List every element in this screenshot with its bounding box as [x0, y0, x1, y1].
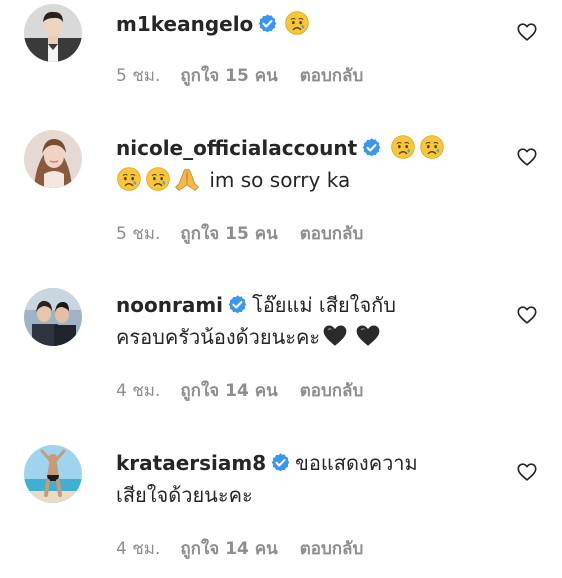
reply-button[interactable]: ตอบกลับ	[300, 223, 364, 245]
crying-face-emoji	[419, 134, 445, 160]
heart-outline-icon[interactable]	[516, 146, 538, 168]
comment-time: 5 ชม.	[116, 66, 161, 86]
comment-username[interactable]: nicole_officialaccount	[116, 136, 357, 160]
avatar[interactable]	[24, 445, 82, 503]
avatar[interactable]	[24, 288, 82, 346]
comment-time: 4 ชม.	[116, 381, 161, 401]
likes-count[interactable]: ถูกใจ 14 คน	[180, 380, 277, 402]
comment-username[interactable]: krataersiam8	[116, 451, 266, 475]
verified-badge-icon	[257, 13, 278, 34]
comment-text-line2: เสียใจด้วยนะคะ	[116, 483, 253, 507]
crying-face-emoji	[116, 166, 142, 192]
comment-meta: 5 ชม. ถูกใจ 15 คน ตอบกลับ	[116, 65, 363, 87]
comment-text: im so sorry ka	[209, 168, 351, 192]
folded-hands-emoji	[174, 166, 200, 192]
crying-face-emoji	[145, 166, 171, 192]
comment-username[interactable]: m1keangelo	[116, 12, 253, 36]
comment-body: noonrami โอ๊ยแม่ เสียใจกับครอบครัวน้องด้ว…	[116, 289, 496, 353]
avatar[interactable]	[24, 130, 82, 188]
comment-meta: 5 ชม. ถูกใจ 15 คน ตอบกลับ	[116, 223, 363, 245]
comment-text-line1: โอ๊ยแม่ เสียใจกับ	[252, 293, 396, 317]
verified-badge-icon	[227, 294, 248, 315]
comment-meta: 4 ชม. ถูกใจ 14 คน ตอบกลับ	[116, 538, 363, 560]
heart-outline-icon[interactable]	[516, 304, 538, 326]
reply-button[interactable]: ตอบกลับ	[300, 380, 364, 402]
likes-count[interactable]: ถูกใจ 15 คน	[180, 65, 277, 87]
verified-badge-icon	[270, 452, 291, 473]
crying-face-emoji	[284, 10, 310, 36]
likes-count[interactable]: ถูกใจ 14 คน	[180, 538, 277, 560]
black-heart-emoji	[322, 323, 348, 349]
crying-face-emoji	[390, 134, 416, 160]
comment-text-line1: ขอแสดงความ	[295, 451, 418, 475]
comment-time: 4 ชม.	[116, 539, 161, 559]
comment-text-line2: ครอบครัวน้องด้วยนะคะ	[116, 325, 321, 349]
reply-button[interactable]: ตอบกลับ	[300, 538, 364, 560]
comment-meta: 4 ชม. ถูกใจ 14 คน ตอบกลับ	[116, 380, 363, 402]
comment-time: 5 ชม.	[116, 224, 161, 244]
avatar[interactable]	[24, 4, 82, 62]
heart-outline-icon[interactable]	[516, 21, 538, 43]
verified-badge-icon	[361, 137, 382, 158]
comment-body: m1keangelo	[116, 8, 496, 40]
comment-username[interactable]: noonrami	[116, 293, 223, 317]
likes-count[interactable]: ถูกใจ 15 คน	[180, 223, 277, 245]
heart-outline-icon[interactable]	[516, 461, 538, 483]
reply-button[interactable]: ตอบกลับ	[300, 65, 364, 87]
black-heart-emoji	[355, 323, 381, 349]
comment-body: nicole_officialaccount im so sorry ka	[116, 132, 496, 196]
comment-body: krataersiam8 ขอแสดงความเสียใจด้วยนะคะ	[116, 447, 496, 511]
